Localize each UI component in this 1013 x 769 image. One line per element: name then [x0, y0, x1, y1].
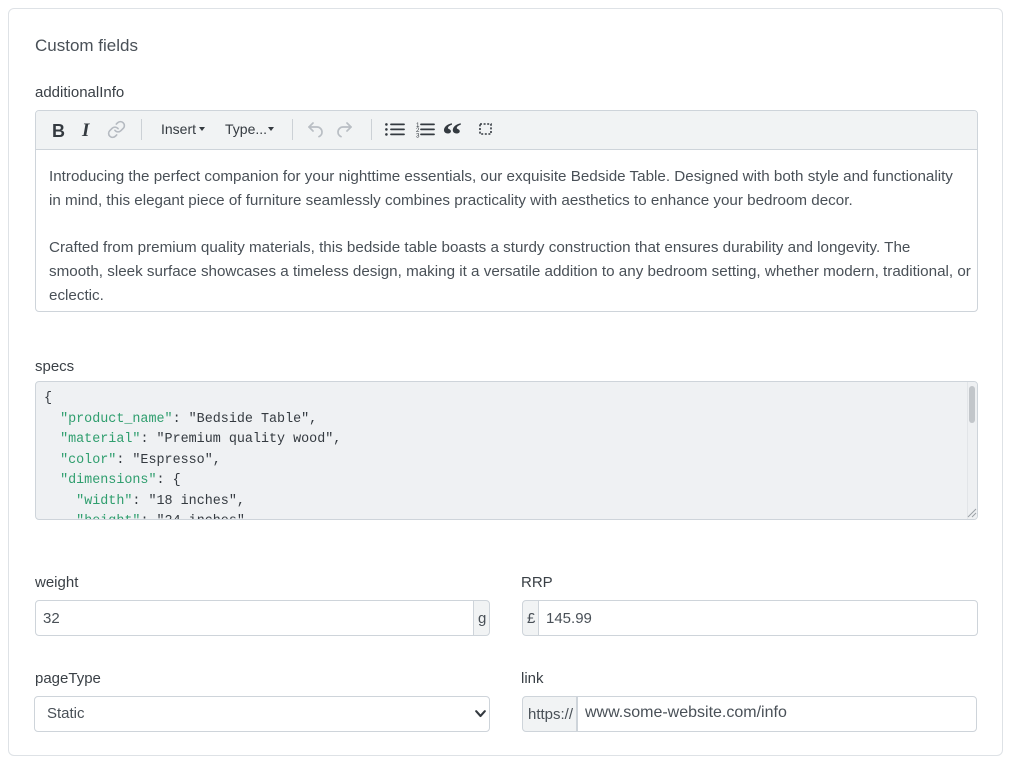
svg-text:3: 3 [416, 132, 420, 138]
